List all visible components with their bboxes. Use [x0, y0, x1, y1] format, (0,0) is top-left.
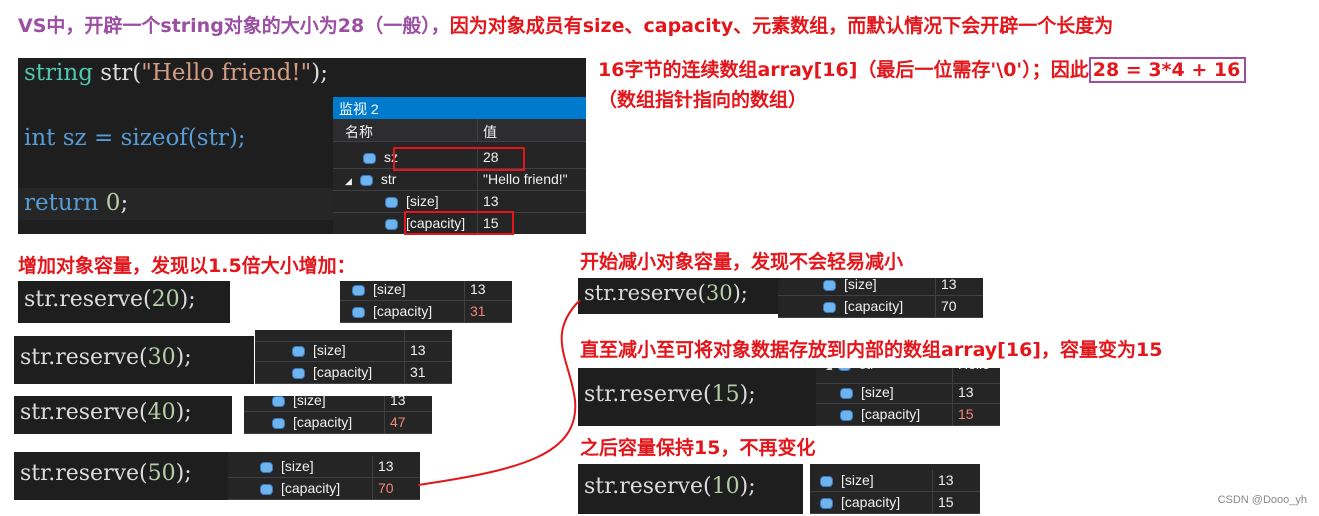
watermark: CSDN @Dooo_yh: [1217, 494, 1307, 506]
connector-arrow: [417, 299, 581, 486]
curved-arrow-line: [417, 299, 581, 486]
